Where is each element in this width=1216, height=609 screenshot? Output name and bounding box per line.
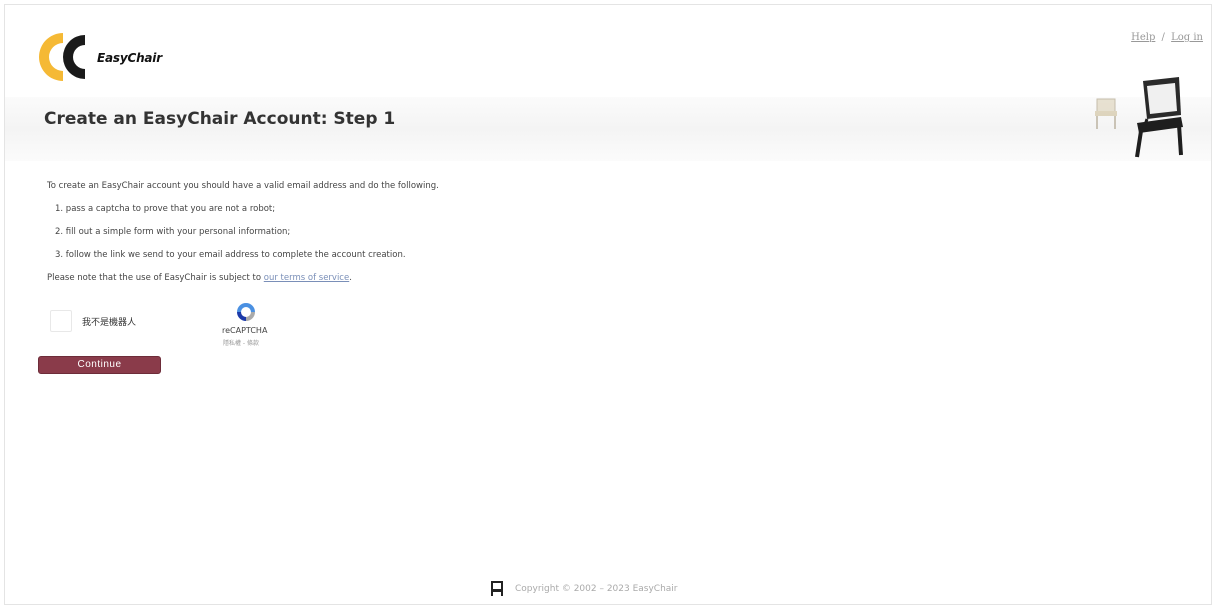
instructions: To create an EasyChair account you shoul…	[47, 175, 439, 290]
terms-note-suffix: .	[349, 273, 352, 283]
copyright-text: Copyright © 2002 – 2023 EasyChair	[515, 584, 678, 594]
chair-icon	[491, 581, 503, 596]
login-link[interactable]: Log in	[1171, 32, 1203, 43]
continue-button[interactable]: Continue	[38, 356, 161, 374]
page-frame: EasyChair Help / Log in Create an EasyCh…	[4, 4, 1212, 605]
terms-note-prefix: Please note that the use of EasyChair is…	[47, 273, 262, 283]
recaptcha-label: 我不是機器人	[82, 318, 137, 328]
recaptcha-widget: 我不是機器人 reCAPTCHA 隱私權 - 條款	[46, 298, 278, 352]
intro-text: To create an EasyChair account you shoul…	[47, 181, 439, 191]
title-band	[5, 97, 1211, 161]
link-separator: /	[1161, 32, 1165, 43]
page-title: Create an EasyChair Account: Step 1	[44, 109, 396, 129]
step-item: 2. fill out a simple form with your pers…	[55, 227, 291, 237]
footer-content: Copyright © 2002 – 2023 EasyChair	[489, 581, 678, 597]
recaptcha-terms[interactable]: 隱私權 - 條款	[223, 338, 259, 347]
steps-list: 1. pass a captcha to prove that you are …	[47, 198, 439, 267]
chairs-illustration-icon	[1089, 71, 1189, 163]
easychair-logo[interactable]: EasyChair	[37, 27, 197, 85]
step-item: 3. follow the link we send to your email…	[55, 250, 406, 260]
recaptcha-logo-icon	[237, 303, 255, 321]
header: EasyChair Help / Log in	[5, 5, 1211, 97]
recaptcha-checkbox[interactable]	[50, 310, 72, 332]
terms-note: Please note that the use of EasyChair is…	[47, 267, 439, 290]
recaptcha-brand: reCAPTCHA	[222, 326, 268, 335]
help-link[interactable]: Help	[1131, 32, 1155, 43]
header-links: Help / Log in	[1131, 32, 1203, 43]
footer: Copyright © 2002 – 2023 EasyChair	[5, 574, 1211, 602]
terms-of-service-link[interactable]: our terms of service	[264, 273, 349, 283]
step-item: 1. pass a captcha to prove that you are …	[55, 204, 276, 214]
logo-text: EasyChair	[97, 51, 162, 65]
